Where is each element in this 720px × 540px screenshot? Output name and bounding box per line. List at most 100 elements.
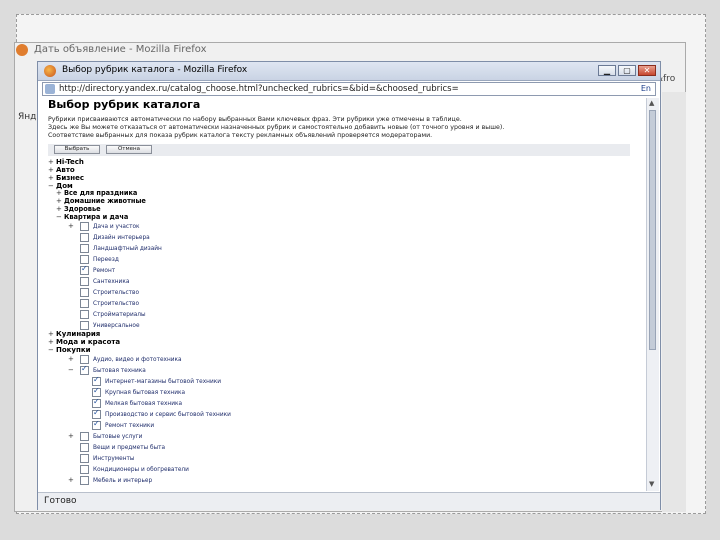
tree-leaf[interactable]: Мелкая бытовая техника [92,397,182,408]
rubric-label: Мебель и интерьер [93,478,153,484]
tree-leaf[interactable]: Инструменты [68,454,134,463]
intro-line: Рубрики присваиваются автоматически по н… [48,116,462,123]
rubric-label: Дача и участок [93,224,140,230]
tree-leaf[interactable]: Интернет-магазины бытовой техники [92,375,221,386]
tree-leaf[interactable]: Ремонт [68,264,115,275]
scroll-up-arrow-icon[interactable]: ▲ [649,99,654,107]
rubric-label: Строительство [93,301,140,307]
tree-leaf[interactable]: Ремонт техники [92,419,155,430]
rubric-checkbox[interactable] [80,432,89,441]
scrollbar-thumb[interactable] [649,110,656,350]
maximize-button[interactable]: ▢ [618,65,636,76]
firefox-icon [44,65,56,77]
rubric-checkbox[interactable] [80,244,89,253]
tree-node[interactable]: − Покупки [48,346,90,354]
tree-leaf[interactable]: Ландшафтный дизайн [68,244,162,253]
rubric-checkbox[interactable] [80,321,89,330]
tree-leaf[interactable]: Строительство [68,288,139,297]
rubric-checkbox[interactable] [80,233,89,242]
tree-leaf[interactable]: Вещи и предметы быта [68,443,165,452]
expand-toggle[interactable]: + [68,355,80,363]
rubric-checkbox-checked[interactable] [80,264,89,275]
tree-node[interactable]: + Бизнес [48,174,84,182]
expand-toggle[interactable]: + [56,189,64,197]
collapse-toggle[interactable]: − [56,213,64,221]
tree-leaf[interactable]: + Аудио, видео и фототехника [68,355,182,364]
rubric-checkbox-checked[interactable] [92,397,101,408]
rubric-checkbox[interactable] [80,288,89,297]
tree-node[interactable]: + Кулинария [48,330,100,338]
button-bar: Выбрать Отмена [48,144,630,156]
rubric-checkbox[interactable] [80,277,89,286]
expand-toggle[interactable]: + [48,158,56,166]
address-bar[interactable]: http://directory.yandex.ru/catalog_choos… [42,82,656,96]
expand-toggle[interactable]: + [68,222,80,230]
tree-node-label: Мода и красота [56,338,121,346]
rubric-checkbox[interactable] [80,222,89,231]
rubric-label: Крупная бытовая техника [105,390,186,396]
tree-leaf[interactable]: Универсальное [68,321,140,330]
rubric-checkbox-checked[interactable] [92,408,101,419]
tree-leaf[interactable]: − Бытовая техника [68,364,146,375]
expand-toggle[interactable]: + [68,432,80,440]
tree-node[interactable]: − Квартира и дача [56,213,128,221]
rubric-checkbox-checked[interactable] [92,375,101,386]
collapse-toggle[interactable]: − [48,182,56,190]
minimize-button[interactable]: ▁ [598,65,616,76]
tree-leaf[interactable]: Стройматериалы [68,310,146,319]
page-content: Выбор рубрик каталога Рубрики присваиваю… [42,98,644,491]
window-title: Выбор рубрик каталога - Mozilla Firefox [62,65,248,75]
tree-leaf[interactable]: Производство и сервис бытовой техники [92,408,231,419]
rubric-label: Вещи и предметы быта [93,445,166,451]
tree-node-label: Здоровье [64,205,101,213]
rubric-checkbox[interactable] [80,355,89,364]
rubric-checkbox-checked[interactable] [80,364,89,375]
expand-toggle[interactable]: + [68,476,80,484]
rubric-checkbox[interactable] [80,476,89,485]
rubric-checkbox[interactable] [80,299,89,308]
expand-toggle[interactable]: + [48,166,56,174]
choose-button[interactable]: Выбрать [54,145,100,154]
address-url[interactable]: http://directory.yandex.ru/catalog_choos… [59,84,459,94]
expand-toggle[interactable]: + [56,197,64,205]
tree-node[interactable]: + Мода и красота [48,338,120,346]
expand-toggle[interactable]: + [48,338,56,346]
tree-leaf[interactable]: Строительство [68,299,139,308]
rubric-label: Аудио, видео и фототехника [93,357,182,363]
tree-leaf[interactable]: Сантехника [68,277,129,286]
scroll-down-arrow-icon[interactable]: ▼ [649,480,654,488]
tree-leaf[interactable]: + Бытовые услуги [68,432,142,441]
expand-toggle[interactable]: + [48,330,56,338]
cancel-button[interactable]: Отмена [106,145,152,154]
expand-toggle[interactable]: + [48,174,56,182]
rubric-label: Строительство [93,290,140,296]
rubric-checkbox-checked[interactable] [92,419,101,430]
background-right-strip [662,92,686,512]
window-titlebar[interactable]: Выбор рубрик каталога - Mozilla Firefox … [38,62,660,81]
rubric-checkbox-checked[interactable] [92,386,101,397]
tree-node[interactable]: + Домашние животные [56,197,146,205]
tree-node[interactable]: + Hi-Tech [48,158,84,166]
rubric-label: Ремонт техники [105,423,155,429]
rubric-checkbox[interactable] [80,310,89,319]
tree-node[interactable]: + Все для праздника [56,189,137,197]
rubric-checkbox[interactable] [80,255,89,264]
rubric-checkbox[interactable] [80,454,89,463]
tree-leaf[interactable]: Крупная бытовая техника [92,386,186,397]
expand-toggle[interactable]: + [56,205,64,213]
vertical-scrollbar[interactable]: ▲ ▼ [646,98,659,491]
tree-leaf[interactable]: Дизайн интерьера [68,233,150,242]
tree-leaf[interactable]: Кондиционеры и обогреватели [68,465,189,474]
rubric-checkbox[interactable] [80,465,89,474]
tree-node[interactable]: + Авто [48,166,75,174]
tree-leaf[interactable]: + Мебель и интерьер [68,476,152,485]
background-window-title: Дать объявление - Mozilla Firefox [34,44,207,55]
collapse-toggle[interactable]: − [68,366,80,374]
tree-leaf[interactable]: Переезд [68,255,119,264]
tree-node[interactable]: + Здоровье [56,205,101,213]
collapse-toggle[interactable]: − [48,346,56,354]
close-button[interactable]: ✕ [638,65,656,76]
rubric-checkbox[interactable] [80,443,89,452]
tree-node-label: Покупки [56,346,91,354]
tree-leaf[interactable]: + Дача и участок [68,222,140,231]
